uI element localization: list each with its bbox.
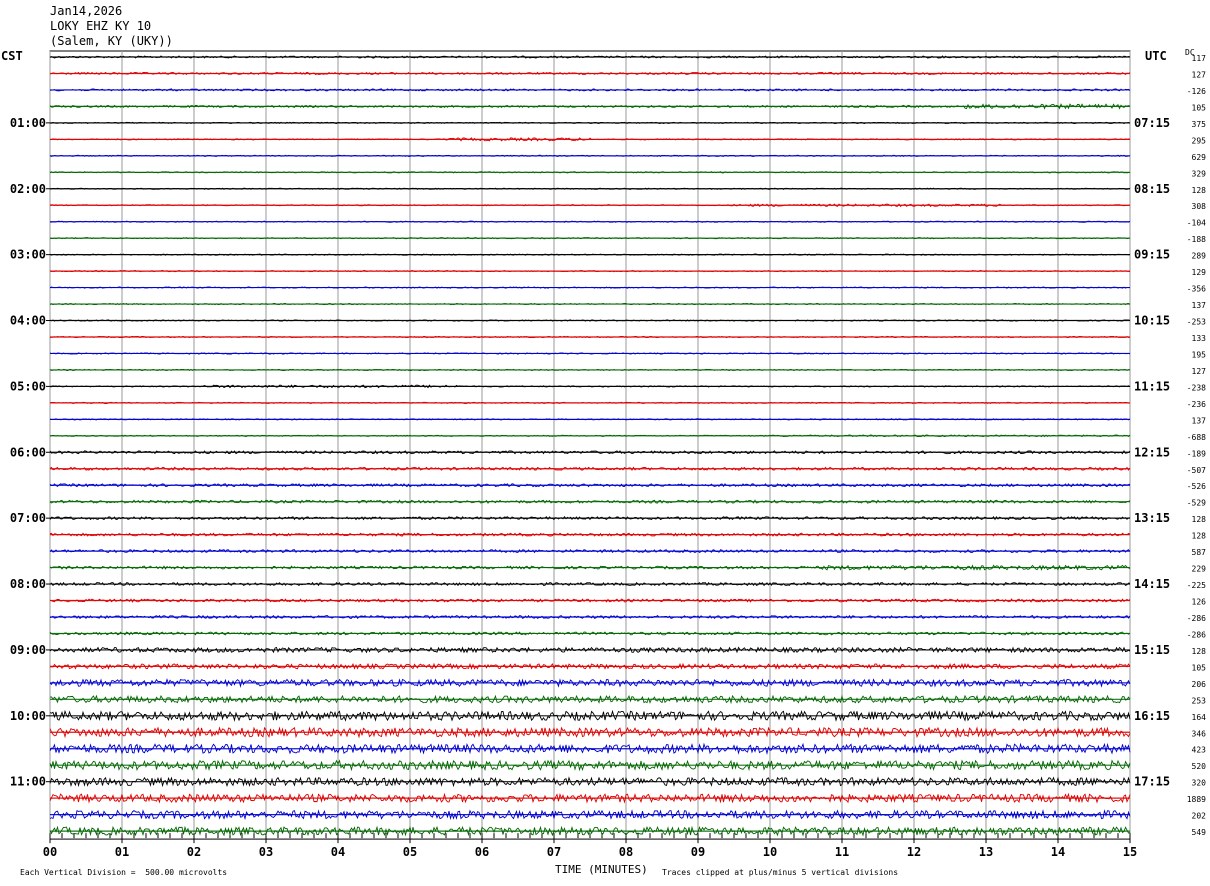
x-tick-label: 12 — [907, 845, 921, 859]
x-tick-label: 03 — [259, 845, 273, 859]
dc-offset-label: -104 — [1187, 219, 1206, 228]
dc-offset-label: 320 — [1192, 779, 1207, 788]
seismogram-plot: 00 01 02 03 04 05 06 07 08 09 10 11 12 13 14 15 01:00 02:… — [10, 50, 1207, 859]
utc-hour-label: 09:15 — [1134, 248, 1170, 262]
dc-offset-label: 289 — [1192, 252, 1207, 261]
x-tick-label: 04 — [331, 845, 345, 859]
dc-offset-label: -688 — [1187, 433, 1206, 442]
dc-offset-label: 137 — [1192, 416, 1207, 425]
cst-hour-label: 09:00 — [10, 643, 46, 657]
dc-offset-label: 346 — [1192, 729, 1207, 738]
utc-hour-label: 08:15 — [1134, 182, 1170, 196]
dc-offset-label: 117 — [1192, 54, 1207, 63]
x-tick-label: 00 — [43, 845, 57, 859]
cst-hour-label: 10:00 — [10, 709, 46, 723]
x-tick-label: 02 — [187, 845, 201, 859]
dc-offset-label: 329 — [1192, 169, 1207, 178]
dc-offset-label: 206 — [1192, 680, 1207, 689]
scale-note: Each Vertical Division = 500.00 microvol… — [20, 868, 228, 877]
dc-offset-label: 137 — [1192, 301, 1207, 310]
x-tick-label: 13 — [979, 845, 993, 859]
x-tick-label: 10 — [763, 845, 777, 859]
dc-offset-label: 164 — [1192, 713, 1207, 722]
dc-offset-label: 128 — [1192, 647, 1207, 656]
dc-offset-label: 520 — [1192, 762, 1207, 771]
dc-offset-label: -236 — [1187, 400, 1206, 409]
cst-hour-label: 01:00 — [10, 116, 46, 130]
dc-offset-label: 126 — [1192, 598, 1207, 607]
dc-offset-label: -286 — [1187, 614, 1206, 623]
utc-hour-label: 13:15 — [1134, 511, 1170, 525]
dc-offset-label: 587 — [1192, 548, 1207, 557]
cst-hour-label: 05:00 — [10, 379, 46, 393]
dc-offset-label: 105 — [1192, 103, 1207, 112]
utc-hour-label: 10:15 — [1134, 314, 1170, 328]
utc-hour-label: 15:15 — [1134, 643, 1170, 657]
dc-offset-label: 375 — [1192, 120, 1207, 129]
cst-hour-label: 03:00 — [10, 248, 46, 262]
dc-offset-label: 629 — [1192, 153, 1207, 162]
dc-offset-label: 229 — [1192, 565, 1207, 574]
utc-hour-label: 12:15 — [1134, 445, 1170, 459]
x-tick-label: 07 — [547, 845, 561, 859]
dc-offset-label: -225 — [1187, 581, 1206, 590]
dc-offset-label: 253 — [1192, 696, 1207, 705]
x-tick-label: 01 — [115, 845, 129, 859]
dc-offset-label: -188 — [1187, 235, 1206, 244]
dc-offset-label: 1889 — [1187, 795, 1206, 804]
dc-offset-label: -126 — [1187, 87, 1206, 96]
dc-offset-label: 295 — [1192, 136, 1207, 145]
dc-offset-label: -253 — [1187, 318, 1206, 327]
dc-offset-label: 128 — [1192, 532, 1207, 541]
dc-offset-label: 128 — [1192, 515, 1207, 524]
dc-offset-label: 133 — [1192, 334, 1207, 343]
cst-hour-label: 06:00 — [10, 445, 46, 459]
dc-offset-label: 129 — [1192, 268, 1207, 277]
cst-hour-label: 08:00 — [10, 577, 46, 591]
utc-hour-label: 16:15 — [1134, 709, 1170, 723]
dc-offset-label: -529 — [1187, 499, 1206, 508]
dc-offset-label: -189 — [1187, 449, 1206, 458]
dc-offset-label: 308 — [1192, 202, 1207, 211]
dc-offset-label: -526 — [1187, 482, 1206, 491]
utc-hour-label: 17:15 — [1134, 775, 1170, 789]
utc-hour-label: 11:15 — [1134, 379, 1170, 393]
dc-offset-label: 202 — [1192, 812, 1207, 821]
dc-offset-label: 128 — [1192, 186, 1207, 195]
cst-hour-label: 04:00 — [10, 314, 46, 328]
x-tick-label: 08 — [619, 845, 633, 859]
x-tick-label: 11 — [835, 845, 849, 859]
dc-offset-label: -356 — [1187, 285, 1206, 294]
x-tick-label: 15 — [1123, 845, 1137, 859]
cst-hour-label: 11:00 — [10, 775, 46, 789]
clip-note: Traces clipped at plus/minus 5 vertical … — [662, 868, 899, 877]
dc-offset-label: 127 — [1192, 367, 1207, 376]
cst-hour-label: 07:00 — [10, 511, 46, 525]
dc-offset-label: 195 — [1192, 350, 1207, 359]
x-tick-label: 09 — [691, 845, 705, 859]
dc-offset-label: -238 — [1187, 383, 1206, 392]
dc-offset-label: 423 — [1192, 746, 1207, 755]
dc-offset-label: -286 — [1187, 630, 1206, 639]
dc-offset-label: 549 — [1192, 828, 1207, 837]
seismic-trace — [49, 384, 1131, 389]
x-tick-label: 14 — [1051, 845, 1065, 859]
seismic-trace — [49, 55, 1131, 59]
dc-offset-label: 105 — [1192, 663, 1207, 672]
dc-offset-label: -507 — [1187, 466, 1206, 475]
seismic-trace — [49, 203, 1131, 208]
x-axis-title: TIME (MINUTES) — [555, 863, 648, 876]
utc-hour-label: 14:15 — [1134, 577, 1170, 591]
dc-offset-label: 127 — [1192, 70, 1207, 79]
x-tick-label: 05 — [403, 845, 417, 859]
cst-hour-label: 02:00 — [10, 182, 46, 196]
x-tick-label: 06 — [475, 845, 489, 859]
utc-hour-label: 07:15 — [1134, 116, 1170, 130]
